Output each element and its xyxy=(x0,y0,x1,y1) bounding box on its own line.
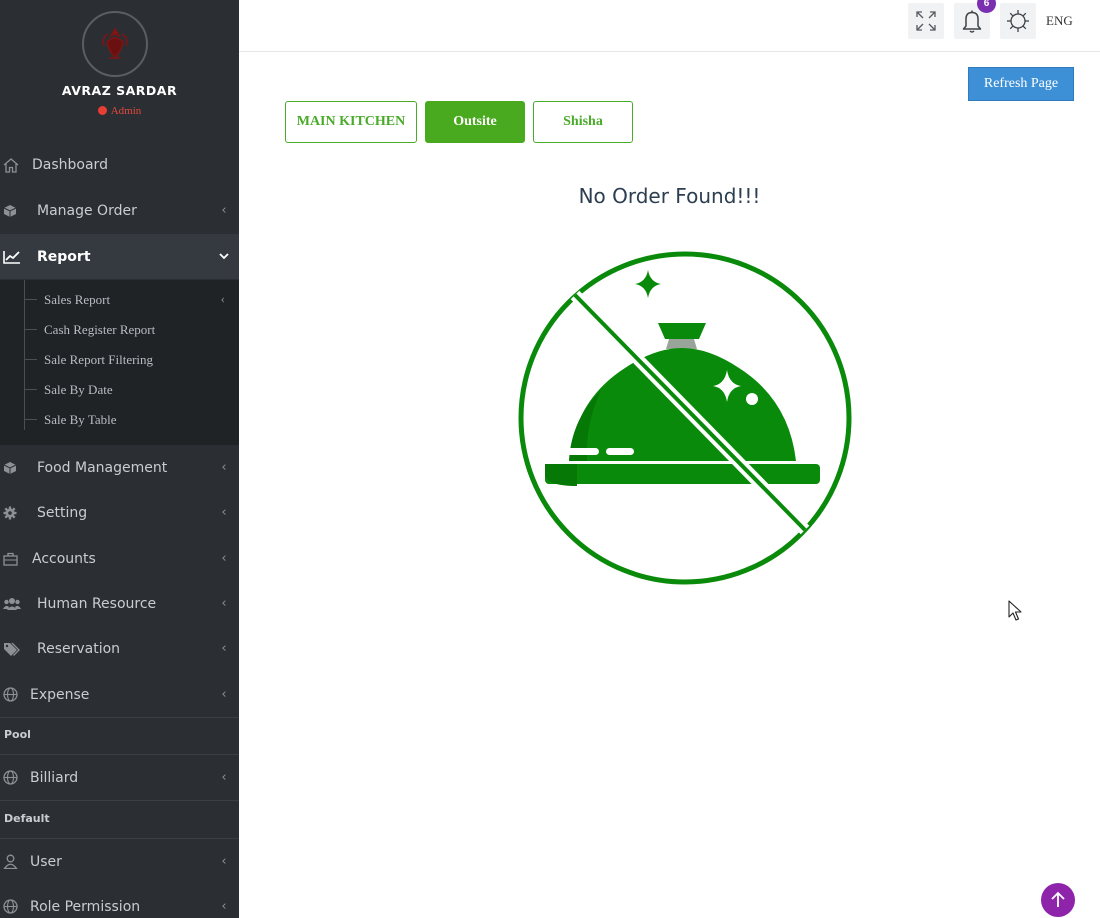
chevron-left-icon: ‹ xyxy=(221,641,227,656)
sidebar-item-manage-order[interactable]: Manage Order ‹ xyxy=(0,188,239,233)
tree-tick xyxy=(24,419,37,420)
avatar[interactable] xyxy=(82,11,148,77)
bell-icon xyxy=(962,10,982,33)
chart-line-icon xyxy=(0,250,37,264)
tree-tick xyxy=(24,389,37,390)
chevron-down-icon xyxy=(209,249,239,264)
report-submenu: Sales Report ‹ Cash Register Report Sale… xyxy=(0,280,239,445)
refresh-page-button[interactable]: Refresh Page xyxy=(968,67,1074,101)
no-order-illustration xyxy=(518,251,852,585)
empty-state-message: No Order Found!!! xyxy=(578,184,761,208)
sidebar-item-setting[interactable]: Setting ‹ xyxy=(0,490,239,535)
sidebar-divider xyxy=(0,800,239,801)
logo-emblem-icon xyxy=(102,27,128,59)
chevron-left-icon: ‹ xyxy=(221,203,227,218)
submenu-item-sale-by-table[interactable]: Sale By Table xyxy=(0,405,239,435)
chevron-left-icon: ‹ xyxy=(220,291,225,306)
users-icon xyxy=(0,597,37,611)
sidebar: AVRAZ SARDAR Admin Dashboard Manage Orde… xyxy=(0,0,239,918)
chevron-left-icon: ‹ xyxy=(221,687,227,702)
profile-panel: AVRAZ SARDAR Admin xyxy=(0,0,239,134)
user-name: AVRAZ SARDAR xyxy=(61,83,178,98)
tab-shisha[interactable]: Shisha xyxy=(533,101,633,143)
sidebar-item-user[interactable]: User ‹ xyxy=(0,839,239,884)
sidebar-item-label: Manage Order xyxy=(37,202,137,219)
sidebar-item-human-resource[interactable]: Human Resource ‹ xyxy=(0,581,239,626)
sidebar-item-label: Human Resource xyxy=(37,595,157,612)
online-status-dot xyxy=(97,106,107,115)
submenu-item-label: Sale By Table xyxy=(44,412,117,427)
sidebar-item-label: Accounts xyxy=(32,550,96,567)
chevron-left-icon: ‹ xyxy=(221,596,227,611)
sidebar-item-dashboard[interactable]: Dashboard xyxy=(0,142,239,187)
sidebar-item-label: Billiard xyxy=(30,769,79,786)
sidebar-item-label: Report xyxy=(37,248,91,265)
tree-tick xyxy=(24,359,37,360)
chevron-left-icon: ‹ xyxy=(221,505,227,520)
submenu-item-sale-by-date[interactable]: Sale By Date xyxy=(0,375,239,405)
tab-main-kitchen[interactable]: MAIN KITCHEN xyxy=(285,101,417,143)
sidebar-item-label: Expense xyxy=(30,686,90,703)
sidebar-item-label: Setting xyxy=(37,504,88,521)
gear-icon xyxy=(0,506,37,520)
mouse-cursor-icon xyxy=(1008,600,1022,621)
sidebar-item-food-management[interactable]: Food Management ‹ xyxy=(0,445,239,490)
submenu-item-label: Cash Register Report xyxy=(44,322,156,337)
sidebar-item-billiard[interactable]: Billiard ‹ xyxy=(0,755,239,800)
sidebar-item-expense[interactable]: Expense ‹ xyxy=(0,672,239,717)
tags-icon xyxy=(0,642,37,656)
sidebar-item-reservation[interactable]: Reservation ‹ xyxy=(0,626,239,671)
sidebar-item-accounts[interactable]: Accounts ‹ xyxy=(0,536,239,581)
expand-icon xyxy=(916,11,936,31)
gear-icon xyxy=(1007,10,1029,32)
cube-icon xyxy=(0,461,37,475)
sidebar-item-label: Role Permission xyxy=(30,898,141,915)
submenu-item-label: Sale Report Filtering xyxy=(44,352,154,367)
arrow-up-icon xyxy=(1051,891,1065,907)
chevron-left-icon: ‹ xyxy=(221,551,227,566)
language-selector[interactable]: ENG xyxy=(1046,13,1073,29)
section-header-default: Default xyxy=(4,812,50,825)
section-header-pool: Pool xyxy=(4,728,31,741)
sidebar-item-label: User xyxy=(30,853,62,870)
tab-outsite[interactable]: Outsite xyxy=(425,101,525,143)
submenu-item-label: Sales Report xyxy=(44,292,111,307)
chevron-left-icon: ‹ xyxy=(221,460,227,475)
sidebar-item-report[interactable]: Report xyxy=(0,234,239,279)
sidebar-item-label: Reservation xyxy=(37,640,121,657)
sidebar-divider xyxy=(0,717,239,718)
role-label: Admin xyxy=(110,105,142,117)
sidebar-item-label: Food Management xyxy=(37,459,168,476)
submenu-item-sale-report-filtering[interactable]: Sale Report Filtering xyxy=(0,345,239,375)
scroll-to-top-button[interactable] xyxy=(1041,883,1075,917)
submenu-item-sales-report[interactable]: Sales Report ‹ xyxy=(0,285,239,315)
sidebar-item-label: Dashboard xyxy=(32,156,108,173)
cube-icon xyxy=(0,204,37,218)
submenu-item-label: Sale By Date xyxy=(44,382,113,397)
submenu-item-cash-register-report[interactable]: Cash Register Report xyxy=(0,315,239,345)
chevron-left-icon: ‹ xyxy=(221,770,227,785)
user-role: Admin xyxy=(0,105,239,117)
sidebar-item-role-permission[interactable]: Role Permission ‹ xyxy=(0,884,239,918)
tree-tick xyxy=(24,329,37,330)
fullscreen-button[interactable] xyxy=(908,3,944,39)
settings-button[interactable] xyxy=(1000,3,1036,39)
chevron-left-icon: ‹ xyxy=(221,854,227,869)
chevron-left-icon: ‹ xyxy=(221,899,227,914)
tree-tick xyxy=(24,299,37,300)
